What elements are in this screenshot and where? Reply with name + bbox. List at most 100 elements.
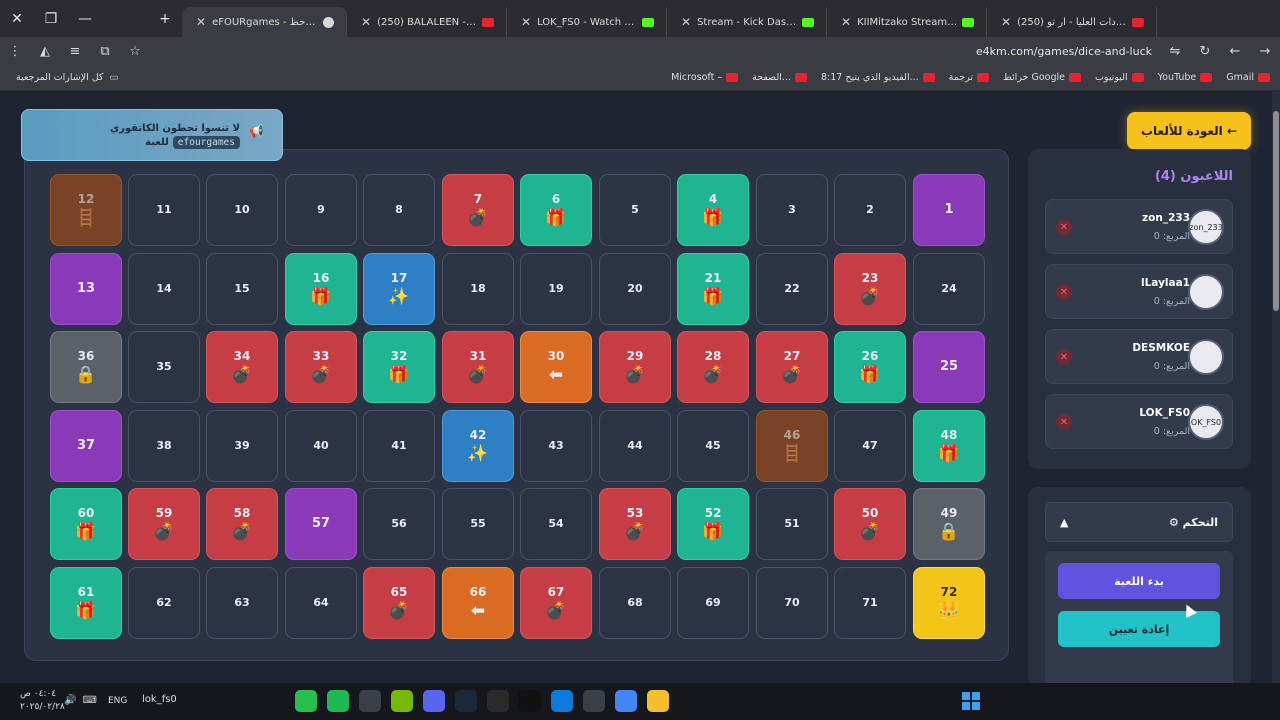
app-icon[interactable] (583, 690, 605, 712)
bookmark-favicon-icon (922, 73, 935, 82)
tab-title: LOK_FS0 - Watch clips on Kick (537, 16, 638, 28)
chrome-icon[interactable] (615, 690, 637, 712)
bomb-icon: 💣 (624, 522, 646, 542)
board-cell: 24 (913, 253, 985, 325)
new-tab-button[interactable]: + (148, 0, 182, 37)
app-icon[interactable] (519, 690, 541, 712)
app-icon[interactable] (487, 690, 509, 712)
tune-icon[interactable]: ⇋ (1160, 44, 1190, 59)
cell-number: 13 (76, 281, 96, 296)
player-score: المربع: 0 (1153, 296, 1190, 307)
board-cell: 37 (50, 410, 122, 482)
board-cell: 38 (128, 410, 200, 482)
cell-number: 53 (626, 506, 644, 520)
bookmark-item[interactable]: 8:17 الفيديو الذي يتيح... (821, 72, 939, 83)
board-cell: 33 💣 (285, 331, 357, 403)
tab-favicon-icon (323, 16, 334, 28)
cell-number: 14 (156, 282, 172, 295)
tab-close-icon[interactable]: ✕ (361, 15, 371, 29)
explorer-icon[interactable] (647, 690, 669, 712)
remove-player-icon[interactable]: ✕ (1056, 284, 1072, 300)
steam-icon[interactable] (455, 690, 477, 712)
app-icon[interactable] (295, 690, 317, 712)
tab-favicon-icon (482, 17, 494, 27)
sparkle-icon: ✨ (388, 287, 410, 307)
gift-icon: 🎁 (388, 365, 410, 385)
browser-tab[interactable]: ✕ (250) القيادات العليا - أر تو YouTube (987, 7, 1157, 37)
board-cell: 17 ✨ (363, 253, 435, 325)
taskbar-clock[interactable]: ٠٤:٠٤ ص ٢٠٢٥/٠٢/٢٨ (20, 688, 65, 714)
nvidia-icon[interactable] (391, 690, 413, 712)
bomb-icon: 💣 (467, 365, 489, 385)
language-indicator[interactable]: ENG (108, 696, 127, 706)
remove-player-icon[interactable]: ✕ (1056, 349, 1072, 365)
bookmarks-bar: Gmail YouTube اليوتيوب خرائط Google ترجمة 8:1… (0, 65, 1280, 91)
board-cell: 30 ⬅ (520, 331, 592, 403)
browser-tab[interactable]: ✕ KIIMitzako Stream - Watch Live (827, 7, 987, 37)
bookmark-favicon-icon (1068, 73, 1081, 82)
ladder-icon: 🪜 (781, 444, 803, 464)
start-game-button[interactable]: بدء اللعبة (1058, 563, 1220, 599)
bookmark-item[interactable]: Microsoft – (671, 72, 742, 83)
window-close-icon[interactable]: ✕ (0, 0, 34, 37)
bookmark-item[interactable]: YouTube (1158, 72, 1217, 83)
back-to-games-button[interactable]: العودة للألعاب ← (1127, 112, 1251, 150)
gift-icon: 🎁 (75, 522, 97, 542)
menu-dots-icon[interactable]: ⋮ (0, 44, 30, 59)
app-icon[interactable] (359, 690, 381, 712)
all-bookmarks-button[interactable]: كل الإشارات المرجعية ▭ (16, 72, 119, 83)
browser-tab[interactable]: ✕ (250) BALALEEN - بلالين BLVXB (347, 7, 507, 37)
bookmark-item[interactable]: الصفحة... (752, 72, 811, 83)
spotify-icon[interactable] (327, 690, 349, 712)
tab-close-icon[interactable]: ✕ (841, 15, 851, 29)
player-card: ✕ LOK_FS0 المربع: 0 OK_FS0 (1045, 394, 1233, 449)
cell-number: 62 (156, 596, 172, 609)
bomb-icon: 💣 (545, 601, 567, 621)
remove-player-icon[interactable]: ✕ (1056, 414, 1072, 430)
browser-tab[interactable]: ✕ eFOURgames - ترد وحظ (182, 7, 347, 37)
forward-arrow-icon[interactable]: → (1250, 44, 1280, 59)
cell-number: 46 (783, 428, 801, 442)
cell-number: 54 (548, 517, 564, 530)
edge-icon[interactable] (551, 690, 573, 712)
cell-number: 59 (155, 506, 173, 520)
tab-close-icon[interactable]: ✕ (681, 15, 691, 29)
window-restore-icon[interactable]: ❐ (34, 0, 68, 37)
page-scrollbar[interactable] (1272, 91, 1280, 683)
cell-number: 19 (548, 282, 564, 295)
control-toggle[interactable]: ▲ ⚙ التحكم (1045, 502, 1233, 542)
bookmark-item[interactable]: Gmail (1226, 72, 1274, 83)
cell-number: 18 (470, 282, 486, 295)
cell-number: 68 (627, 596, 643, 609)
start-icon[interactable] (962, 692, 980, 710)
share-icon[interactable]: ⧉ (90, 44, 120, 59)
back-arrow-icon[interactable]: ← (1220, 44, 1250, 59)
url-field[interactable]: e4km.com/games/dice-and-luck (150, 45, 1160, 58)
bookmark-star-icon[interactable]: ☆ (120, 44, 150, 59)
player-name: lLaylaa1 (1141, 277, 1190, 289)
board-cell: 18 (442, 253, 514, 325)
bookmark-item[interactable]: ترجمة (949, 72, 993, 83)
bomb-icon: 💣 (859, 522, 881, 542)
discord-icon[interactable] (423, 690, 445, 712)
board-cell: 27 💣 (756, 331, 828, 403)
reset-button[interactable]: إعادة تعيين (1058, 611, 1220, 647)
browser-tab[interactable]: ✕ LOK_FS0 - Watch clips on Kick (507, 7, 667, 37)
bomb-icon: 💣 (310, 365, 332, 385)
tab-close-icon[interactable]: ✕ (1001, 15, 1011, 29)
remove-player-icon[interactable]: ✕ (1056, 219, 1072, 235)
tab-close-icon[interactable]: ✕ (196, 15, 206, 29)
reload-icon[interactable]: ↻ (1190, 44, 1220, 59)
bookmark-item[interactable]: خرائط Google (1003, 72, 1085, 83)
system-tray-icons[interactable]: 🔊⌨ (64, 695, 103, 706)
cell-number: 32 (390, 349, 408, 363)
browser-tab[interactable]: ✕ Stream - Kick Dashboard (667, 7, 827, 37)
media-icon[interactable]: ≡ (60, 44, 90, 59)
bookmark-item[interactable]: اليوتيوب (1095, 72, 1148, 83)
cell-number: 37 (76, 438, 96, 453)
extension-icon[interactable]: ◭ (30, 44, 60, 59)
cell-number: 51 (784, 517, 800, 530)
window-minimize-icon[interactable]: — (68, 0, 102, 37)
tab-close-icon[interactable]: ✕ (521, 15, 531, 29)
bomb-icon: 💣 (859, 287, 881, 307)
